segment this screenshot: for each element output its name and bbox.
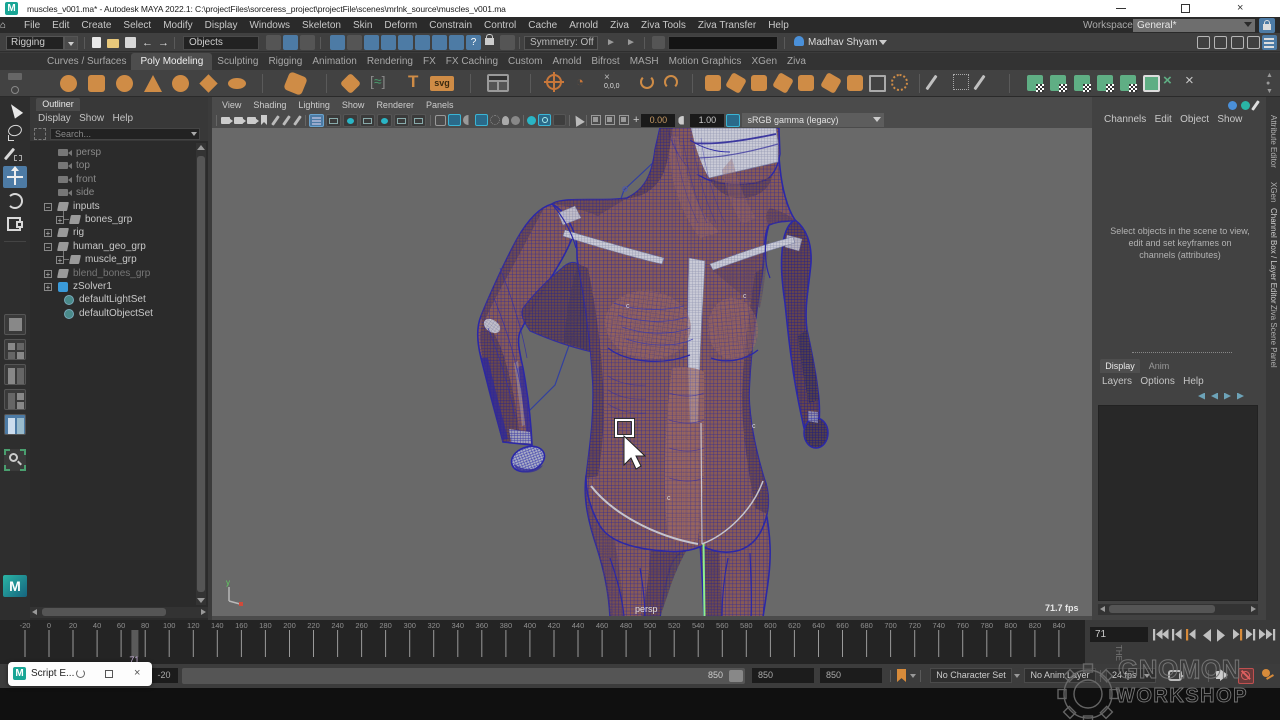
svg-text:71.7 fps: 71.7 fps (1045, 603, 1079, 613)
svg-text:180: 180 (259, 621, 272, 630)
svg-text:620: 620 (788, 621, 801, 630)
svg-text:c: c (743, 293, 747, 300)
svg-text:520: 520 (668, 621, 681, 630)
svg-text:480: 480 (620, 621, 633, 630)
svg-text:GNOMON: GNOMON (1118, 654, 1241, 684)
svg-text:320: 320 (427, 621, 440, 630)
svg-text:y: y (226, 578, 230, 587)
svg-text:820: 820 (1029, 621, 1042, 630)
svg-text:-20: -20 (20, 621, 31, 630)
svg-text:800: 800 (1005, 621, 1018, 630)
svg-text:420: 420 (548, 621, 561, 630)
svg-text:580: 580 (740, 621, 753, 630)
svg-text:540: 540 (692, 621, 705, 630)
svg-text:280: 280 (379, 621, 392, 630)
svg-text:360: 360 (476, 621, 489, 630)
svg-text:260: 260 (355, 621, 368, 630)
svg-text:560: 560 (716, 621, 729, 630)
svg-text:200: 200 (283, 621, 296, 630)
svg-text:680: 680 (860, 621, 873, 630)
svg-text:700: 700 (884, 621, 897, 630)
svg-text:140: 140 (211, 621, 224, 630)
svg-text:100: 100 (163, 621, 176, 630)
svg-text:c: c (626, 303, 630, 310)
svg-text:440: 440 (572, 621, 585, 630)
svg-text:c: c (667, 495, 671, 502)
svg-text:500: 500 (644, 621, 657, 630)
svg-text:660: 660 (836, 621, 849, 630)
svg-text:640: 640 (812, 621, 825, 630)
svg-text:240: 240 (331, 621, 344, 630)
svg-text:60: 60 (117, 621, 125, 630)
svg-text:780: 780 (981, 621, 994, 630)
svg-text:400: 400 (524, 621, 537, 630)
svg-text:80: 80 (141, 621, 149, 630)
svg-text:120: 120 (187, 621, 200, 630)
svg-text:340: 340 (452, 621, 465, 630)
svg-text:600: 600 (764, 621, 777, 630)
svg-text:40: 40 (93, 621, 101, 630)
svg-text:THE: THE (1114, 645, 1123, 661)
svg-text:20: 20 (69, 621, 77, 630)
svg-text:460: 460 (596, 621, 609, 630)
svg-text:c: c (752, 423, 756, 430)
svg-text:160: 160 (235, 621, 248, 630)
svg-text:380: 380 (500, 621, 513, 630)
svg-text:720: 720 (908, 621, 921, 630)
svg-text:WORKSHOP: WORKSHOP (1116, 685, 1248, 707)
svg-text:persp: persp (635, 604, 658, 614)
svg-text:740: 740 (932, 621, 945, 630)
svg-text:840: 840 (1053, 621, 1066, 630)
svg-text:300: 300 (403, 621, 416, 630)
svg-text:220: 220 (307, 621, 320, 630)
svg-text:0: 0 (47, 621, 51, 630)
svg-text:760: 760 (956, 621, 969, 630)
